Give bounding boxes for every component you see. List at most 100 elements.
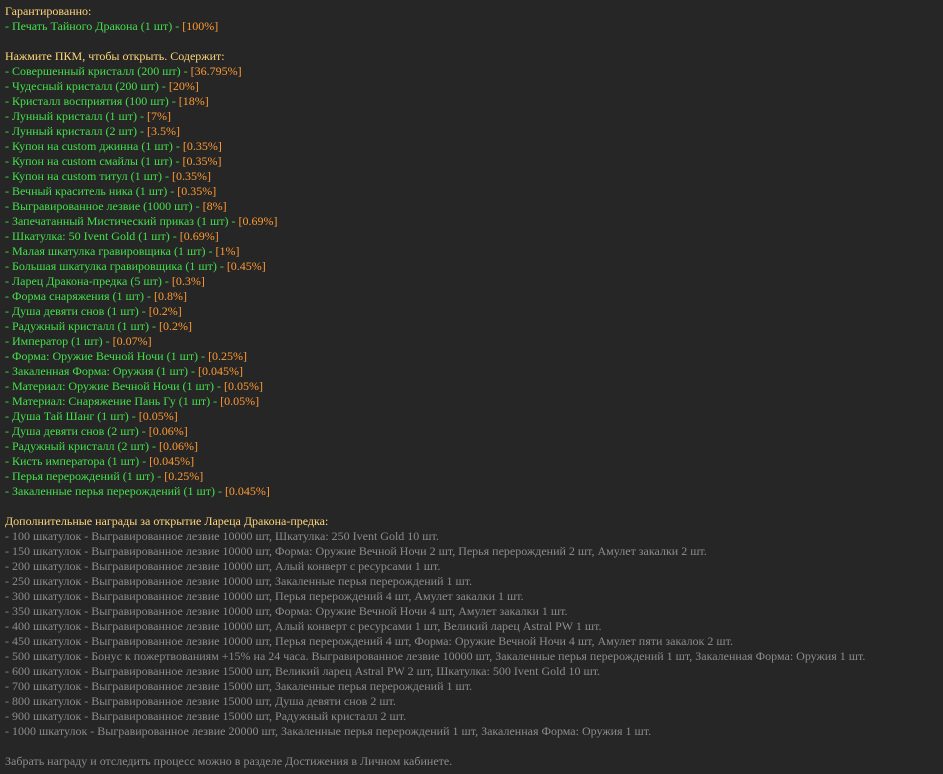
milestone-reward: - 450 шкатулок - Выгравированное лезвие … xyxy=(5,634,733,648)
drop-item-name: - Вечный краситель ника (1 шт) - xyxy=(5,184,178,198)
drop-item-chance: [0.2%] xyxy=(148,304,182,318)
drop-item-name: - Материал: Оружие Вечной Ночи (1 шт) - xyxy=(5,379,225,393)
drop-item: - Душа девяти снов (1 шт) - [0.2%] xyxy=(5,304,938,319)
drop-item-name: - Шкатулка: 50 Ivent Gold (1 шт) - xyxy=(5,229,180,243)
drop-item-chance: [0.05%] xyxy=(138,409,178,423)
drop-item: - Выгравированное лезвие (1000 шт) - [8%… xyxy=(5,199,938,214)
drop-item-name: - Ларец Дракона-предка (5 шт) - xyxy=(5,274,172,288)
milestone-reward: - 700 шкатулок - Выгравированное лезвие … xyxy=(5,679,473,693)
drop-item-chance: [100%] xyxy=(182,19,219,33)
extra-rewards-list: - 100 шкатулок - Выгравированное лезвие … xyxy=(5,529,938,739)
drop-item-name: - Император (1 шт) - xyxy=(5,334,113,348)
drop-item-chance: [0.3%] xyxy=(171,274,205,288)
milestone-reward: - 300 шкатулок - Выгравированное лезвие … xyxy=(5,589,524,603)
drop-item-name: - Душа девяти снов (2 шт) - xyxy=(5,424,149,438)
footer-note: Забрать награду и отследить процесс можн… xyxy=(5,754,453,768)
drop-item-chance: [0.045%] xyxy=(149,454,195,468)
drop-item-chance: [0.8%] xyxy=(154,289,188,303)
drop-item-name: - Купон на custom джинна (1 шт) - xyxy=(5,139,183,153)
drop-item: - Малая шкатулка гравировщика (1 шт) - [… xyxy=(5,244,938,259)
drop-item: - Закаленная Форма: Оружия (1 шт) - [0.0… xyxy=(5,364,938,379)
drop-item: - Совершенный кристалл (200 шт) - [36.79… xyxy=(5,64,938,79)
drop-item-chance: [0.35%] xyxy=(182,139,222,153)
milestone-reward: - 600 шкатулок - Выгравированное лезвие … xyxy=(5,664,601,678)
drop-item: - Форма: Оружие Вечной Ночи (1 шт) - [0.… xyxy=(5,349,938,364)
drop-item-chance: [0.35%] xyxy=(177,184,217,198)
drop-item-chance: [0.05%] xyxy=(224,379,264,393)
drop-item-chance: [20%] xyxy=(168,79,199,93)
milestone-reward: - 500 шкатулок - Бонус к пожертвованиям … xyxy=(5,649,866,663)
drop-item: - Кисть императора (1 шт) - [0.045%] xyxy=(5,454,938,469)
drop-item: - Купон на custom титул (1 шт) - [0.35%] xyxy=(5,169,938,184)
guaranteed-header: Гарантированно: xyxy=(5,4,92,18)
drop-item-chance: [0.69%] xyxy=(238,214,278,228)
drop-item-name: - Выгравированное лезвие (1000 шт) - xyxy=(5,199,203,213)
drop-item-name: - Радужный кристалл (1 шт) - xyxy=(5,319,159,333)
drop-item-chance: [7%] xyxy=(147,109,172,123)
drop-item: - Печать Тайного Дракона (1 шт) - [100%] xyxy=(5,19,938,34)
drop-item-name: - Кристалл восприятия (100 шт) - xyxy=(5,94,179,108)
drop-item: - Чудесный кристалл (200 шт) - [20%] xyxy=(5,79,938,94)
drop-item-chance: [0.07%] xyxy=(112,334,152,348)
drop-item-chance: [0.45%] xyxy=(226,259,266,273)
drop-item-name: - Закаленные перья перерождений (1 шт) - xyxy=(5,484,225,498)
drop-item-name: - Перья перерождений (1 шт) - xyxy=(5,469,165,483)
drop-item-chance: [1%] xyxy=(215,244,240,258)
drop-item-chance: [3.5%] xyxy=(147,124,181,138)
milestone-reward: - 800 шкатулок - Выгравированное лезвие … xyxy=(5,694,396,708)
drop-item-name: - Форма: Оружие Вечной Ночи (1 шт) - xyxy=(5,349,209,363)
drop-item-name: - Закаленная Форма: Оружия (1 шт) - xyxy=(5,364,198,378)
drop-item-chance: [0.25%] xyxy=(164,469,204,483)
milestone-reward: - 150 шкатулок - Выгравированное лезвие … xyxy=(5,544,707,558)
drop-item-chance: [0.05%] xyxy=(220,394,260,408)
drop-item: - Большая шкатулка гравировщика (1 шт) -… xyxy=(5,259,938,274)
milestone-reward: - 350 шкатулок - Выгравированное лезвие … xyxy=(5,604,568,618)
drop-item-chance: [0.25%] xyxy=(208,349,248,363)
drop-item-chance: [0.35%] xyxy=(182,154,222,168)
drop-item: - Радужный кристалл (1 шт) - [0.2%] xyxy=(5,319,938,334)
drop-item-name: - Совершенный кристалл (200 шт) - xyxy=(5,64,191,78)
item-tooltip: Гарантированно: - Печать Тайного Дракона… xyxy=(0,0,943,774)
drop-item-chance: [36.795%] xyxy=(190,64,242,78)
drop-item: - Вечный краситель ника (1 шт) - [0.35%] xyxy=(5,184,938,199)
drop-item: - Кристалл восприятия (100 шт) - [18%] xyxy=(5,94,938,109)
drop-item-name: - Купон на custom смайлы (1 шт) - xyxy=(5,154,183,168)
drop-item-name: - Большая шкатулка гравировщика (1 шт) - xyxy=(5,259,227,273)
drop-item-chance: [0.69%] xyxy=(179,229,219,243)
drop-item-name: - Лунный кристалл (2 шт) - xyxy=(5,124,148,138)
drop-item-chance: [0.2%] xyxy=(159,319,192,333)
contents-list: - Совершенный кристалл (200 шт) - [36.79… xyxy=(5,64,938,499)
drop-item: - Материал: Оружие Вечной Ночи (1 шт) - … xyxy=(5,379,938,394)
drop-item-name: - Печать Тайного Дракона (1 шт) - xyxy=(5,19,183,33)
drop-item: - Материал: Снаряжение Пань Гу (1 шт) - … xyxy=(5,394,938,409)
drop-item: - Шкатулка: 50 Ivent Gold (1 шт) - [0.69… xyxy=(5,229,938,244)
drop-item-name: - Запечатанный Мистический приказ (1 шт)… xyxy=(5,214,239,228)
drop-item: - Купон на custom смайлы (1 шт) - [0.35%… xyxy=(5,154,938,169)
drop-item-name: - Душа девяти снов (1 шт) - xyxy=(5,304,149,318)
milestone-reward: - 100 шкатулок - Выгравированное лезвие … xyxy=(5,529,439,543)
milestone-reward: - 250 шкатулок - Выгравированное лезвие … xyxy=(5,574,473,588)
contents-header: Нажмите ПКМ, чтобы открыть. Содержит: xyxy=(5,49,225,63)
drop-item-chance: [0.35%] xyxy=(172,169,212,183)
drop-item: - Радужный кристалл (2 шт) - [0.06%] xyxy=(5,439,938,454)
guaranteed-list: - Печать Тайного Дракона (1 шт) - [100%] xyxy=(5,19,938,34)
drop-item: - Запечатанный Мистический приказ (1 шт)… xyxy=(5,214,938,229)
drop-item-name: - Купон на custom титул (1 шт) - xyxy=(5,169,173,183)
drop-item-name: - Радужный кристалл (2 шт) - xyxy=(5,439,159,453)
drop-item-name: - Форма снаряжения (1 шт) - xyxy=(5,289,155,303)
milestone-reward: - 900 шкатулок - Выгравированное лезвие … xyxy=(5,709,407,723)
drop-item-name: - Лунный кристалл (1 шт) - xyxy=(5,109,148,123)
drop-item: - Перья перерождений (1 шт) - [0.25%] xyxy=(5,469,938,484)
drop-item: - Душа девяти снов (2 шт) - [0.06%] xyxy=(5,424,938,439)
drop-item-chance: [0.06%] xyxy=(148,424,188,438)
drop-item-chance: [0.06%] xyxy=(159,439,198,453)
drop-item: - Император (1 шт) - [0.07%] xyxy=(5,334,938,349)
drop-item-chance: [0.045%] xyxy=(197,364,243,378)
drop-item-chance: [18%] xyxy=(178,94,209,108)
drop-item: - Лунный кристалл (2 шт) - [3.5%] xyxy=(5,124,938,139)
drop-item-name: - Чудесный кристалл (200 шт) - xyxy=(5,79,169,93)
extra-rewards-header: Дополнительные награды за открытие Ларец… xyxy=(5,514,329,528)
